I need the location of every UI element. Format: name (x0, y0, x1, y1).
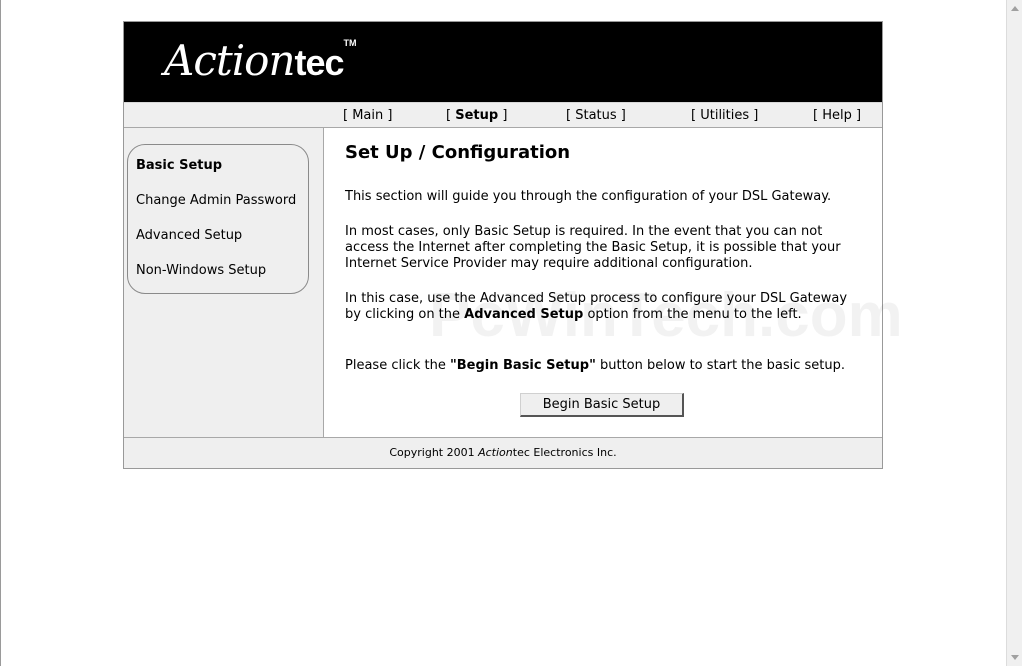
sidebar-item-advanced-setup[interactable]: Advanced Setup (136, 228, 242, 243)
scroll-up-icon[interactable] (1011, 6, 1019, 11)
sidebar-item-basic-setup[interactable]: Basic Setup (136, 158, 222, 173)
setup-menu: Basic Setup Change Admin Password Advanc… (127, 144, 309, 294)
nav-help[interactable]: [ Help ] (813, 108, 861, 123)
main-content: PcWinTech.com Set Up / Configuration Thi… (324, 128, 903, 437)
begin-setup-emphasis: "Begin Basic Setup" (449, 358, 596, 373)
intro-text: This section will guide you through the … (345, 189, 832, 204)
nav-main[interactable]: [ Main ] (343, 108, 392, 123)
sidebar-item-change-admin-password[interactable]: Change Admin Password (136, 193, 296, 208)
advanced-setup-emphasis: Advanced Setup (464, 307, 584, 322)
begin-basic-setup-button[interactable]: Begin Basic Setup (520, 393, 684, 417)
window-left-border (0, 0, 1, 666)
nav-utilities[interactable]: [ Utilities ] (691, 108, 758, 123)
advanced-setup-info: In this case, use the Advanced Setup pro… (345, 291, 848, 322)
begin-instruction: Please click the "Begin Basic Setup" but… (345, 358, 846, 373)
page-title: Set Up / Configuration (345, 142, 571, 163)
vertical-scrollbar[interactable] (1006, 0, 1022, 666)
router-page: ActiontecTM [ Main ] [ Setup ] [ Status … (123, 21, 903, 469)
scroll-down-icon[interactable] (1011, 655, 1019, 660)
copyright-text: Copyright 2001 Actiontec Electronics Inc… (389, 446, 617, 459)
nav-setup[interactable]: [ Setup ] (446, 108, 507, 123)
footer: Copyright 2001 Actiontec Electronics Inc… (124, 437, 882, 468)
basic-setup-info: In most cases, only Basic Setup is requi… (345, 224, 841, 271)
sidebar: Basic Setup Change Admin Password Advanc… (124, 128, 324, 437)
nav-status[interactable]: [ Status ] (566, 108, 626, 123)
actiontec-logo: ActiontecTM (164, 36, 357, 85)
sidebar-item-non-windows-setup[interactable]: Non-Windows Setup (136, 263, 266, 278)
top-navigation: [ Main ] [ Setup ] [ Status ] [ Utilitie… (124, 102, 882, 128)
header-banner: ActiontecTM (124, 22, 882, 102)
